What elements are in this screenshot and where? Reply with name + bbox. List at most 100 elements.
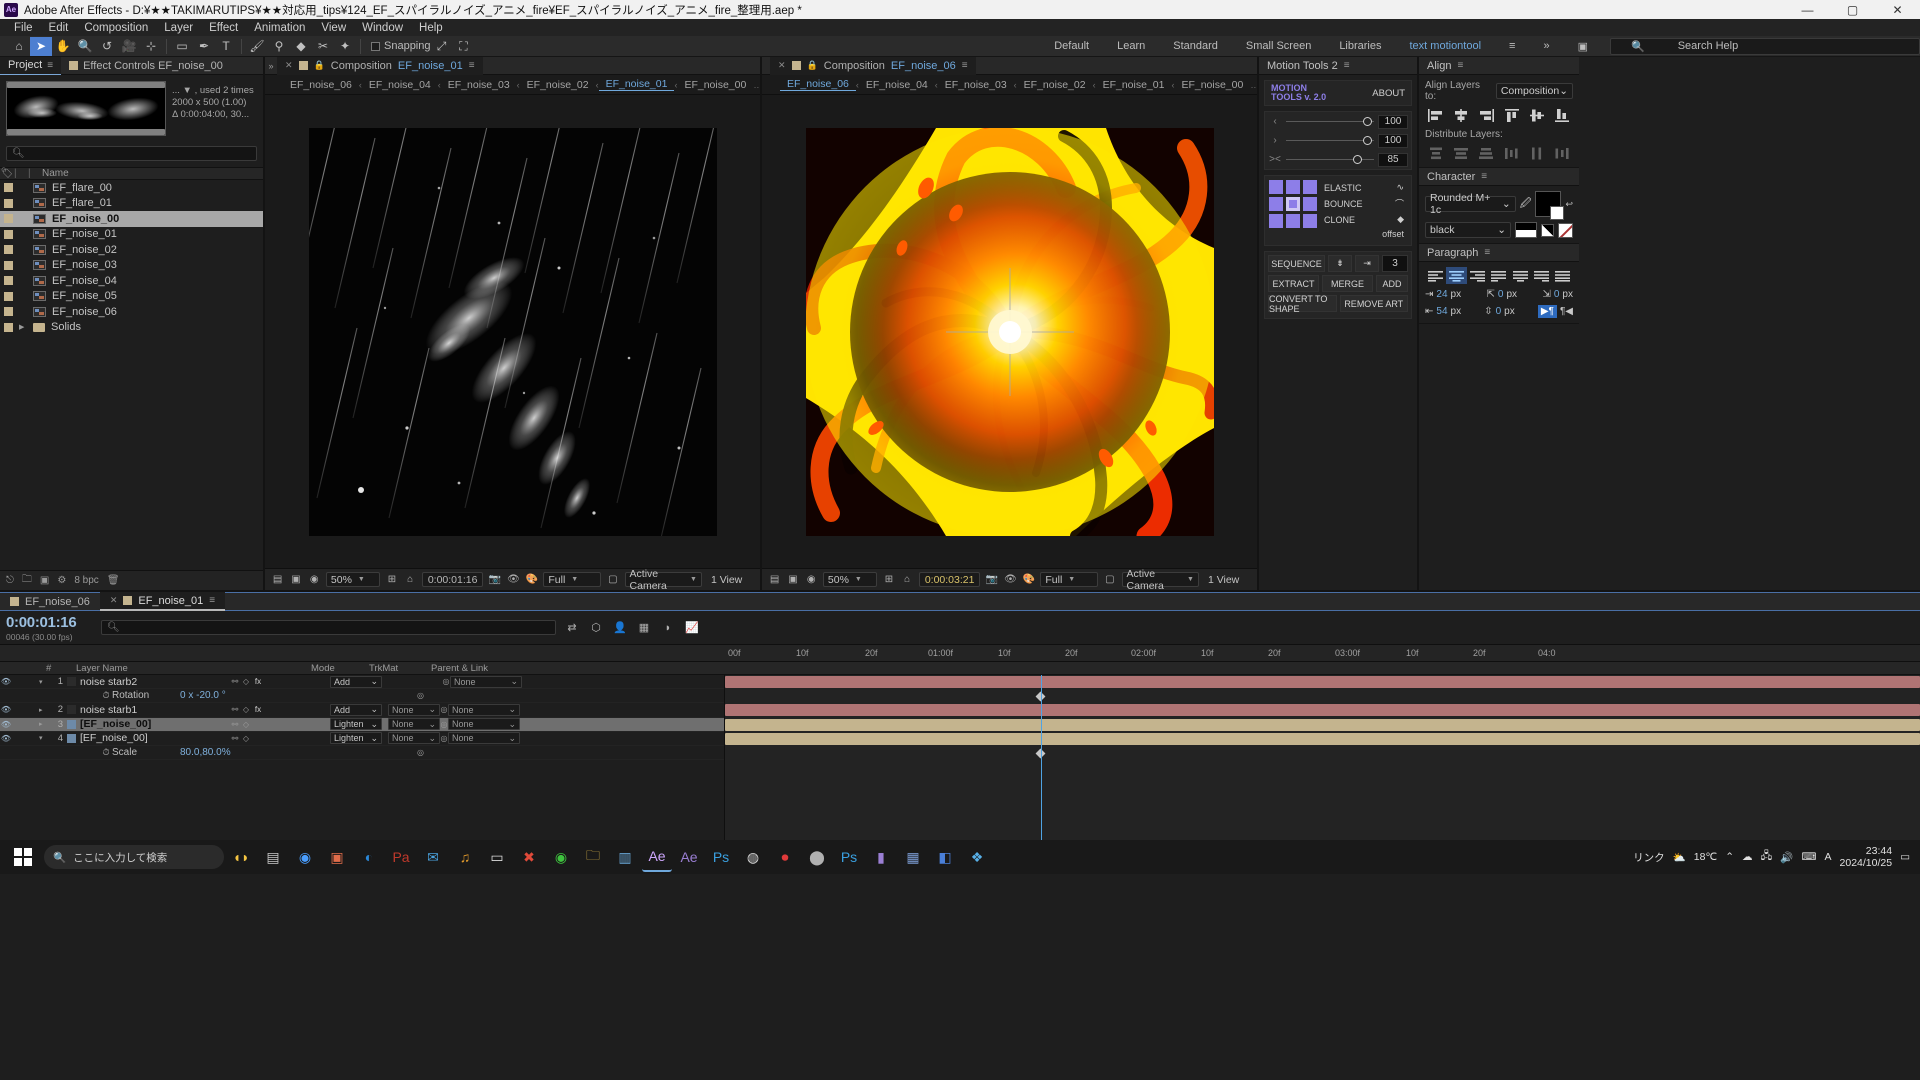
channel-rgb-icon[interactable]: 🎨 — [1022, 573, 1035, 587]
ease-in-icon[interactable]: ‹ — [1268, 116, 1282, 127]
viewer-left-stage[interactable] — [265, 95, 760, 568]
timeline-menu-icon[interactable]: ≡ — [209, 595, 215, 606]
adaptive-resolution-icon[interactable]: ▢ — [1103, 573, 1116, 587]
app-icon-red[interactable]: ✖ — [514, 842, 544, 872]
view-count-select[interactable]: 1 View — [707, 572, 754, 587]
timeline-layer-bar[interactable] — [725, 676, 1920, 688]
app-icon-chrome[interactable]: ◍ — [738, 842, 768, 872]
project-item[interactable]: EF_noise_05 — [0, 289, 263, 305]
paragraph-justify-last-left-icon[interactable] — [1488, 267, 1509, 284]
eraser-tool-icon[interactable]: ◆ — [290, 37, 312, 56]
toggle-alpha-icon[interactable]: ▤ — [768, 573, 781, 587]
snap-icon-b[interactable]: ⛶ — [453, 37, 475, 56]
layer-twirl-icon[interactable]: ▾ — [39, 678, 47, 686]
align-layers-select[interactable]: Composition ⌄ — [1495, 83, 1573, 99]
clone-stamp-tool-icon[interactable]: ⚲ — [268, 37, 290, 56]
graph-editor-icon[interactable]: 📈 — [684, 621, 700, 634]
tray-ime-keyboard-icon[interactable]: ⌨ — [1801, 851, 1816, 863]
notification-center-icon[interactable]: ▭ — [1900, 851, 1910, 863]
rotation-tool-icon[interactable]: ↺ — [96, 37, 118, 56]
screen-layout-icon[interactable]: ▣ — [1564, 40, 1602, 53]
tray-expand-icon[interactable]: ⌃ — [1725, 851, 1734, 863]
layer-parent-pickwhip-icon[interactable]: ◎ — [440, 734, 448, 743]
property-link-icon[interactable]: ◎ — [417, 748, 424, 757]
tray-volume-icon[interactable]: 🔊 — [1780, 851, 1793, 864]
breadcrumb-item[interactable]: EF_noise_02 — [520, 79, 596, 91]
remove-art-button[interactable]: REMOVE ART — [1339, 295, 1408, 312]
layer-blend-mode-select[interactable]: Lighten ⌄ — [330, 732, 382, 745]
close-icon[interactable]: ✕ — [285, 60, 293, 71]
delete-icon[interactable]: 🗑 — [107, 575, 120, 586]
view-count-select[interactable]: 1 View — [1204, 572, 1251, 587]
stopwatch-icon[interactable]: ⏱ — [100, 690, 112, 701]
elastic-button[interactable]: ELASTIC ∿ — [1321, 180, 1407, 195]
app-icon-record[interactable]: ⏺ — [770, 842, 800, 872]
breadcrumb-item[interactable]: EF_noise_04 — [859, 79, 935, 91]
project-item[interactable]: EF_noise_00 — [0, 211, 263, 227]
resolution-grid-icon[interactable]: ⊞ — [882, 573, 895, 587]
link-label[interactable]: リンク — [1633, 850, 1665, 865]
menu-item-edit[interactable]: Edit — [41, 22, 77, 34]
slider-track-in[interactable] — [1286, 116, 1374, 126]
anchor-point-tool-icon[interactable]: ⊹ — [140, 37, 162, 56]
close-icon[interactable]: ✕ — [110, 595, 118, 606]
timeline-search-input[interactable]: 🔍︎ — [101, 620, 556, 635]
timeline-layer-row[interactable]: 👁 ▾ 1 noise starb2 ⚯ ◇ fx Add ⌄ ◎ None ⌄ — [0, 675, 724, 690]
start-button[interactable] — [4, 842, 42, 872]
resolution-select[interactable]: Full ▼ — [1040, 572, 1099, 587]
composition-mini-flowchart-icon[interactable]: ⇄ — [564, 621, 580, 634]
layer-3d-icon[interactable]: ◇ — [240, 705, 252, 714]
font-style-select[interactable]: black ⌄ — [1425, 222, 1511, 238]
distribute-vertical-center-icon[interactable] — [1450, 145, 1471, 162]
layer-visibility-icon[interactable]: 👁 — [0, 705, 12, 714]
distribute-right-icon[interactable] — [1552, 145, 1573, 162]
app-icon-after-effects-2[interactable]: Ae — [674, 842, 704, 872]
timeline-layer-row[interactable]: 👁 ▸ 3 [EF_noise_00] ⚯ ◇ Lighten ⌄ None ⌄ ◎ None ⌄ — [0, 717, 724, 732]
paragraph-align-center-icon[interactable] — [1446, 267, 1468, 284]
font-family-select[interactable]: Rounded M+ 1c ⌄ — [1425, 192, 1516, 216]
toggle-transparency-icon[interactable]: ▣ — [289, 573, 302, 587]
resolution-select[interactable]: Full ▼ — [543, 572, 602, 587]
project-settings-icon[interactable]: ⚙ — [57, 575, 66, 586]
weather-icon[interactable]: ⛅ — [1673, 851, 1686, 864]
zoom-level-select[interactable]: 50% ▼ — [325, 572, 381, 587]
project-item[interactable]: EF_noise_04 — [0, 273, 263, 289]
app-icon-blue[interactable]: ◧ — [930, 842, 960, 872]
align-left-icon[interactable] — [1425, 107, 1446, 124]
project-item[interactable]: EF_flare_01 — [0, 196, 263, 212]
toggle-mask-icon[interactable]: ◉ — [805, 573, 818, 587]
timeline-layer-bar[interactable] — [725, 704, 1920, 717]
workspace-small-screen[interactable]: Small Screen — [1232, 40, 1325, 52]
viewer-right-stage[interactable] — [762, 95, 1257, 568]
new-folder-icon[interactable]: 🗀 — [22, 572, 32, 589]
sequence-mode-b-icon[interactable]: ⇥ — [1355, 255, 1379, 272]
hide-shy-layers-icon[interactable]: 👤 — [612, 621, 628, 634]
timeline-property-row[interactable]: ⏱ Rotation 0 x -20.0 ° ◎ — [0, 689, 724, 704]
workspace-text-motiontool[interactable]: text motiontool — [1396, 40, 1496, 52]
layer-parent-pick-icon[interactable]: ⚯ — [230, 677, 240, 686]
app-icon-edge[interactable]: ◐ — [354, 842, 384, 872]
slider-value-influence[interactable]: 85 — [1378, 152, 1408, 167]
layer-parent-select[interactable]: None ⌄ — [450, 675, 522, 688]
distribute-top-icon[interactable] — [1425, 145, 1446, 162]
indent-first-field[interactable]: ⇲ 0 px — [1542, 289, 1573, 300]
menu-item-effect[interactable]: Effect — [201, 22, 246, 34]
breadcrumb-item[interactable]: EF_noise_06 — [780, 78, 856, 91]
new-composition-icon[interactable]: ▣ — [40, 575, 49, 586]
app-icon-store[interactable]: ▥ — [610, 842, 640, 872]
distribute-left-icon[interactable] — [1501, 145, 1522, 162]
channel-rgb-icon[interactable]: 🎨 — [525, 573, 538, 587]
app-icon-acrobat[interactable]: Pa — [386, 842, 416, 872]
menu-item-layer[interactable]: Layer — [156, 22, 201, 34]
layer-color-swatch[interactable] — [67, 677, 76, 687]
adaptive-resolution-icon[interactable]: ▢ — [606, 573, 619, 587]
layer-parent-pickwhip-icon[interactable]: ◎ — [442, 677, 450, 686]
timeline-layer-row[interactable]: 👁 ▸ 2 noise starb1 ⚯ ◇ fx Add ⌄ None ⌄ ◎ None ⌄ — [0, 703, 724, 718]
layer-visibility-icon[interactable]: 👁 — [0, 720, 12, 729]
motion-tools-menu-icon[interactable]: ≡ — [1344, 60, 1350, 71]
menu-item-file[interactable]: File — [6, 22, 41, 34]
paragraph-menu-icon[interactable]: ≡ — [1484, 247, 1490, 258]
layer-twirl-icon[interactable]: ▸ — [39, 706, 47, 714]
layer-3d-icon[interactable]: ◇ — [240, 720, 252, 729]
zoom-level-select[interactable]: 50% ▼ — [822, 572, 878, 587]
